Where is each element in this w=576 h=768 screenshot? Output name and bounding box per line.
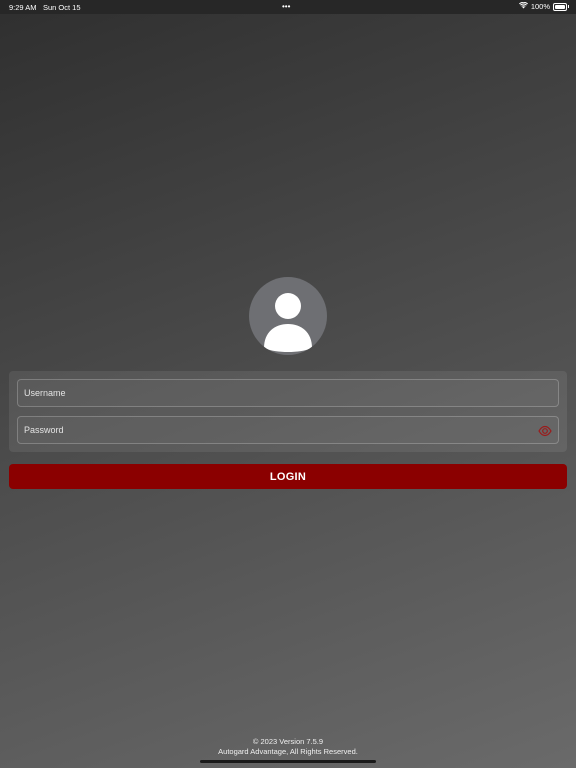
status-date: Sun Oct 15 [43, 3, 81, 12]
avatar [249, 277, 327, 355]
copyright-text: © 2023 Version 7.5.9 [252, 737, 324, 746]
person-icon [264, 293, 312, 352]
wifi-icon [518, 1, 528, 11]
battery-fill [555, 4, 565, 9]
battery-tip [568, 5, 569, 8]
battery-percent: 100% [530, 2, 550, 11]
username-input[interactable] [18, 380, 558, 406]
home-indicator[interactable] [200, 760, 376, 763]
login-button[interactable]: LOGIN [9, 464, 567, 489]
password-field-container [17, 416, 559, 444]
password-input[interactable] [18, 417, 558, 443]
eye-icon[interactable] [538, 424, 552, 437]
multitask-dots[interactable]: ••• [282, 2, 290, 11]
status-indicators: 100% [518, 1, 569, 11]
rights-text: Autogard Advantage, All Rights Reserved. [218, 747, 358, 756]
footer: © 2023 Version 7.5.9 Autogard Advantage,… [0, 737, 576, 757]
login-form [9, 371, 567, 452]
battery-icon [553, 2, 567, 11]
login-screen: 9:29 AM Sun Oct 15 ••• 100% Username LOG… [0, 0, 576, 768]
username-field-container [17, 379, 559, 407]
status-bar: 9:29 AM Sun Oct 15 ••• 100% [0, 0, 576, 14]
status-time: 9:29 AM [9, 3, 37, 12]
